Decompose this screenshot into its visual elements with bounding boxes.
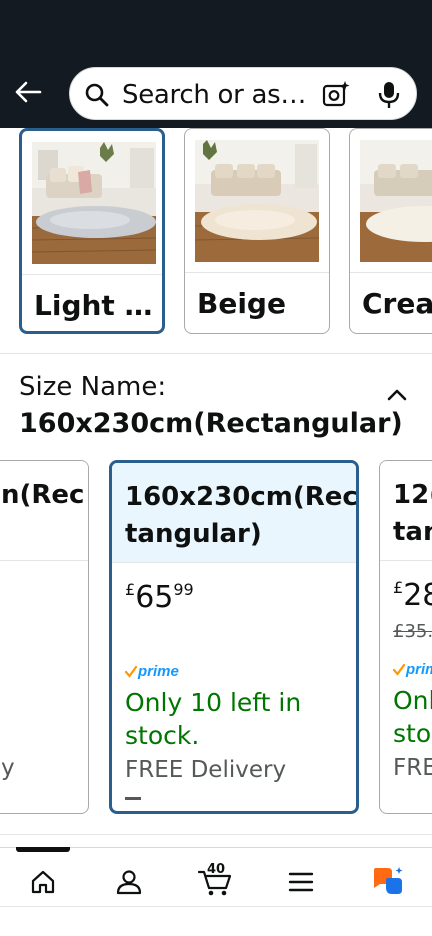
size-card-title-band: 12( tan xyxy=(380,461,432,561)
color-option-label: Beige xyxy=(197,287,286,320)
cart-count-badge: 40 xyxy=(207,862,226,877)
search-input[interactable]: Search or as… xyxy=(122,80,306,110)
color-option-label: Light … xyxy=(34,289,153,322)
swatch-separator xyxy=(22,274,162,275)
size-card-price: £6599 xyxy=(125,580,194,615)
nav-bottom-border xyxy=(0,906,432,907)
swatch-separator xyxy=(350,272,432,273)
chevron-up-icon[interactable] xyxy=(384,382,410,408)
section-divider xyxy=(0,834,432,835)
cart-tab[interactable]: 40 xyxy=(193,862,237,902)
color-option-label: Crean xyxy=(362,287,432,320)
prime-check-icon xyxy=(125,665,137,678)
prime-badge: prim xyxy=(393,661,432,678)
product-thumbnail xyxy=(360,140,432,262)
home-icon xyxy=(31,870,55,894)
prime-badge: prime xyxy=(125,663,179,680)
color-option-cream[interactable]: Crean xyxy=(349,128,432,334)
menu-tab[interactable] xyxy=(279,862,323,902)
color-option-light[interactable]: Light … xyxy=(19,128,165,334)
account-icon xyxy=(116,870,142,895)
stock-status: Only 10 left in stock. xyxy=(125,688,302,750)
size-card-next[interactable]: 12( tan £28 £35. prim Onl sto FRE xyxy=(379,460,432,814)
product-thumbnail xyxy=(32,142,156,264)
size-card-price: £28 xyxy=(393,578,432,613)
size-card-title: n(Rec xyxy=(1,480,85,510)
section-divider xyxy=(0,353,432,354)
prime-check-icon xyxy=(393,663,405,676)
size-card-delivery: FREE Delivery xyxy=(125,757,287,783)
size-card-title: 12( tan xyxy=(393,480,432,547)
back-arrow-icon[interactable] xyxy=(10,74,46,110)
swatch-separator xyxy=(185,272,329,273)
search-icon xyxy=(85,83,109,107)
truncated-line xyxy=(125,797,141,800)
size-card-was-price: £35. xyxy=(393,621,432,642)
size-card-delivery: y xyxy=(1,755,15,781)
size-name-value: 160x230cm(Rectangular) xyxy=(19,408,403,439)
rufus-tab[interactable] xyxy=(366,862,410,902)
size-options: n(Rec y 160x230cm(Rec tangular) £6599 pr… xyxy=(0,460,432,820)
color-options: Light … Beige Cre xyxy=(0,128,432,338)
microphone-icon[interactable] xyxy=(376,80,402,110)
camera-search-icon[interactable] xyxy=(322,80,350,108)
bottom-navigation: 40 xyxy=(0,852,432,904)
home-tab[interactable] xyxy=(21,862,65,902)
color-option-beige[interactable]: Beige xyxy=(184,128,330,334)
rufus-icon xyxy=(374,867,403,894)
size-card-previous[interactable]: n(Rec y xyxy=(0,460,89,814)
top-bar: Search or as… xyxy=(0,0,432,128)
account-tab[interactable] xyxy=(107,862,151,902)
size-card-selected[interactable]: 160x230cm(Rec tangular) £6599 prime Only… xyxy=(109,460,359,814)
menu-icon xyxy=(288,872,314,892)
size-card-title-band: 160x230cm(Rec tangular) xyxy=(112,463,356,563)
size-name-heading: Size Name: xyxy=(19,372,167,402)
size-card-title: 160x230cm(Rec tangular) xyxy=(125,482,358,549)
product-thumbnail xyxy=(195,140,319,262)
search-bar[interactable]: Search or as… xyxy=(69,67,417,120)
size-card-delivery: FRE xyxy=(393,755,432,781)
stock-status: Onl sto xyxy=(393,686,432,748)
size-card-title-band: n(Rec xyxy=(0,461,88,561)
